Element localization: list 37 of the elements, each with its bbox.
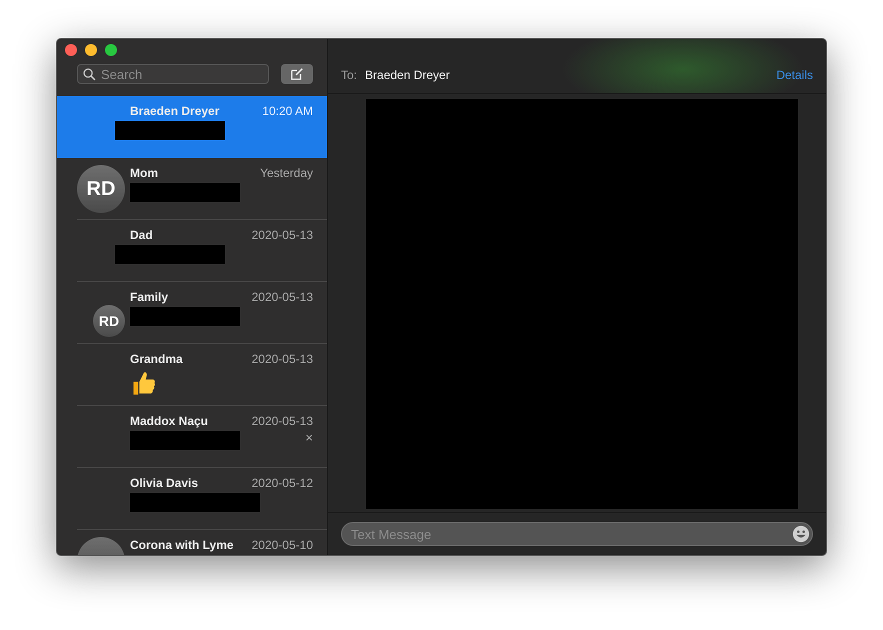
conversation-item[interactable]: Olivia Davis 2020-05-12	[57, 468, 327, 530]
details-link[interactable]: Details	[776, 68, 813, 82]
conversation-item[interactable]: Maddox Naçu 2020-05-13 ×	[57, 406, 327, 468]
message-time: 2020-05-13	[252, 352, 313, 366]
avatar: RD	[93, 305, 125, 337]
search-field[interactable]: Search	[77, 64, 269, 84]
message-time: 10:20 AM	[262, 104, 313, 118]
remove-mark[interactable]: ×	[305, 431, 313, 444]
message-time: 2020-05-13	[252, 414, 313, 428]
conversation-item[interactable]: RD Family 2020-05-13	[57, 282, 327, 344]
message-time: Yesterday	[260, 166, 313, 180]
compose-icon	[290, 67, 304, 81]
zoom-window-button[interactable]	[105, 44, 117, 56]
compose-button[interactable]	[281, 64, 313, 84]
contact-name: Grandma	[130, 352, 183, 366]
message-time: 2020-05-13	[252, 228, 313, 242]
contact-name: Corona with Lyme	[130, 538, 234, 552]
conversation-item[interactable]: RD Mom Yesterday	[57, 158, 327, 220]
contact-name: Dad	[130, 228, 153, 242]
contact-name: Mom	[130, 166, 158, 180]
message-time: 2020-05-13	[252, 290, 313, 304]
recipient-name: Braeden Dreyer	[365, 68, 450, 82]
conversation-item[interactable]: Grandma 2020-05-13	[57, 344, 327, 406]
smiley-icon[interactable]	[792, 525, 810, 543]
contact-name: Olivia Davis	[130, 476, 198, 490]
conversation-item[interactable]: Dad 2020-05-13	[57, 220, 327, 282]
avatar: RD	[77, 165, 125, 213]
text-message-field[interactable]: Text Message	[341, 522, 813, 546]
contact-name: Braeden Dreyer	[130, 104, 220, 118]
to-label: To:	[341, 68, 358, 82]
message-time: 2020-05-10	[252, 538, 313, 552]
minimize-window-button[interactable]	[85, 44, 97, 56]
contact-name: Family	[130, 290, 168, 304]
close-window-button[interactable]	[65, 44, 77, 56]
conversation-item[interactable]: Braeden Dreyer 10:20 AM	[57, 96, 327, 158]
message-time: 2020-05-12	[252, 476, 313, 490]
contact-name: Maddox Naçu	[130, 414, 208, 428]
